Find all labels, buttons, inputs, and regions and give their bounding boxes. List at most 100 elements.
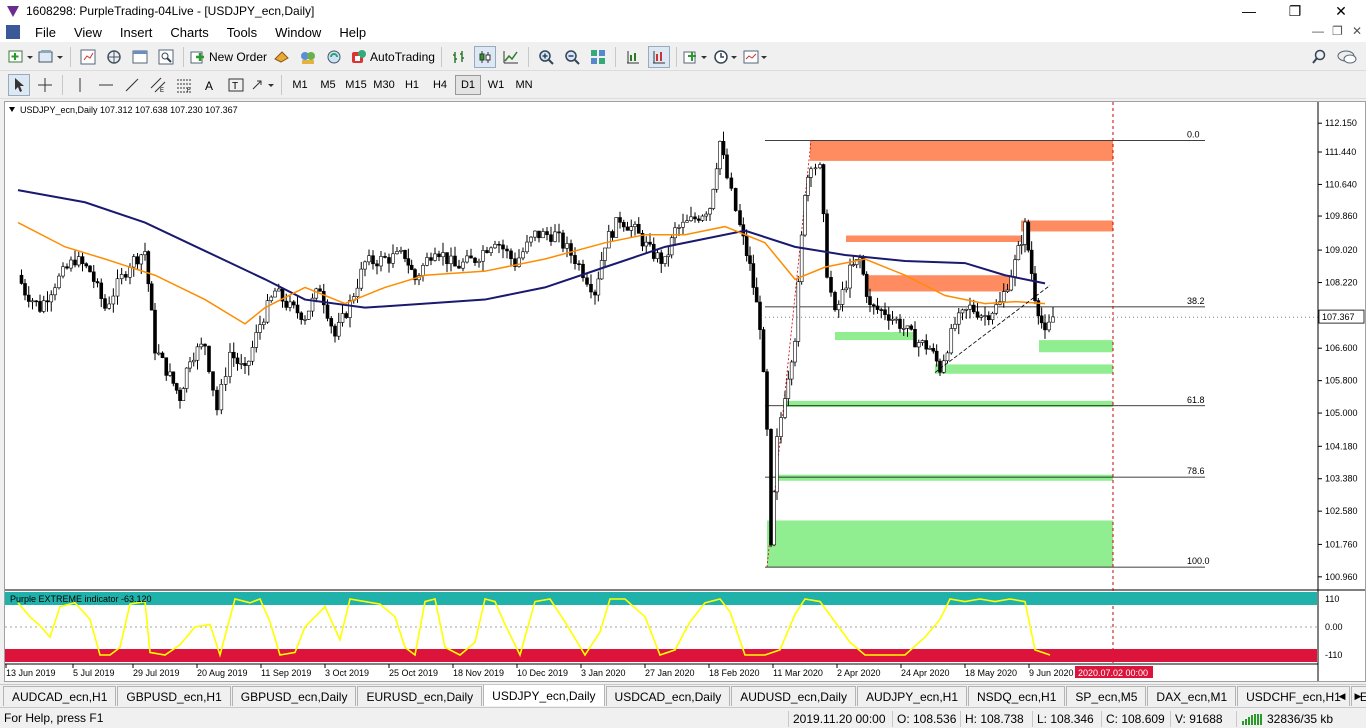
candle-body	[69, 259, 73, 269]
maximize-button[interactable]: ❐	[1272, 0, 1318, 22]
candle-body	[246, 360, 251, 366]
chart-tab[interactable]: AUDJPY_ecn,H1	[856, 686, 967, 706]
candle-body	[796, 281, 801, 342]
strategy-tester-button[interactable]	[155, 46, 177, 68]
chart-tab[interactable]: USDCAD_ecn,Daily	[605, 686, 731, 706]
status-traffic: 32836/35 kb	[1267, 712, 1334, 726]
chart-tab[interactable]: EURUSD_ecn,Daily	[357, 686, 483, 706]
chart-tab[interactable]: NSDQ_ecn,H1	[968, 686, 1066, 706]
candle-body	[761, 329, 766, 373]
timeframe-h1[interactable]: H1	[399, 75, 425, 95]
chart-tab[interactable]: SP_ecn,M5	[1066, 686, 1147, 706]
menu-insert[interactable]: Insert	[111, 25, 162, 40]
fibonacci-tool[interactable]: F	[173, 74, 195, 96]
timeframe-m15[interactable]: M15	[343, 75, 369, 95]
tabs-scroll-right-icon[interactable]: ▶	[1350, 687, 1366, 705]
price-tick-label: 108.220	[1325, 278, 1358, 288]
new-order-button[interactable]: New Order	[190, 46, 267, 68]
menu-view[interactable]: View	[65, 25, 111, 40]
menu-tools[interactable]: Tools	[218, 25, 266, 40]
candle-body	[890, 318, 895, 321]
terminal-button[interactable]	[129, 46, 151, 68]
signals-button[interactable]	[297, 46, 319, 68]
candle-body	[913, 329, 917, 348]
menu-help[interactable]: Help	[330, 25, 375, 40]
line-chart-button[interactable]	[500, 46, 522, 68]
community-button[interactable]	[323, 46, 345, 68]
profiles-button[interactable]	[38, 46, 64, 68]
zoom-in-button[interactable]	[535, 46, 557, 68]
autoscroll-button[interactable]	[622, 46, 644, 68]
candle-body	[219, 384, 224, 411]
search-button[interactable]	[1308, 46, 1330, 68]
candle-body	[529, 236, 533, 243]
doc-minimize-button[interactable]: —	[1312, 24, 1324, 38]
candle-body	[395, 251, 399, 255]
menu-window[interactable]: Window	[266, 25, 330, 40]
chart-shift-button[interactable]	[647, 45, 670, 68]
templates-button[interactable]	[743, 46, 769, 68]
timeframe-h4[interactable]: H4	[427, 75, 453, 95]
chart-tab[interactable]: GBPUSD_ecn,Daily	[231, 686, 357, 706]
candle-body	[521, 251, 525, 259]
timeframe-d1[interactable]: D1	[455, 74, 481, 95]
chart-tab[interactable]: USDCHF_ecn,H1	[1237, 686, 1350, 706]
tabs-scroll-left-icon[interactable]: ◀	[1334, 687, 1350, 705]
navigator-button[interactable]	[103, 46, 125, 68]
minimize-button[interactable]: —	[1226, 0, 1272, 22]
chart-tab[interactable]: AUDUSD_ecn,Daily	[731, 686, 856, 706]
chart-tab[interactable]: DAX_ecn,M1	[1147, 686, 1237, 706]
candle-body	[149, 283, 154, 311]
trendline-tool[interactable]	[121, 74, 143, 96]
chart-tab[interactable]: GBPUSD_ecn,H1	[117, 686, 231, 706]
market-watch-button[interactable]	[77, 46, 99, 68]
price-chart[interactable]: 0.0 38.2 61.8 78.6 100.0 112.150 111.440 110.64…	[5, 102, 1365, 681]
candle-body	[748, 255, 752, 264]
candle-body	[625, 226, 630, 231]
candle-body	[164, 357, 169, 376]
bar-chart-button[interactable]	[448, 46, 470, 68]
doc-restore-button[interactable]: ❐	[1332, 24, 1343, 38]
new-order-icon	[190, 51, 204, 63]
candle-body	[606, 231, 611, 249]
text-tool[interactable]: A	[199, 74, 221, 96]
chart-tab[interactable]: USDJPY_ecn,Daily	[483, 685, 605, 706]
candle-body	[916, 342, 921, 348]
periods-button[interactable]	[713, 46, 739, 68]
timeframe-mn[interactable]: MN	[511, 75, 537, 95]
document-icon[interactable]	[6, 25, 20, 39]
candle-body	[928, 348, 932, 350]
timeframe-m30[interactable]: M30	[371, 75, 397, 95]
timeframe-m5[interactable]: M5	[315, 75, 341, 95]
crosshair-tool[interactable]	[34, 74, 56, 96]
zoom-out-button[interactable]	[561, 46, 583, 68]
cursor-tool[interactable]	[8, 73, 30, 96]
chart-window[interactable]: 0.0 38.2 61.8 78.6 100.0 112.150 111.440 110.64…	[4, 101, 1366, 682]
text-label-tool[interactable]: T	[225, 74, 247, 96]
tile-windows-button[interactable]	[587, 46, 609, 68]
vertical-line-tool[interactable]	[69, 74, 91, 96]
close-window-button[interactable]: ✕	[1318, 0, 1364, 22]
timeframe-w1[interactable]: W1	[483, 75, 509, 95]
chat-button[interactable]	[1336, 46, 1358, 68]
horizontal-line-tool[interactable]	[95, 74, 117, 96]
candlestick-button[interactable]	[473, 45, 496, 68]
candle-body	[848, 264, 852, 289]
candle-body	[115, 278, 120, 297]
date-tick-label: 18 May 2020	[965, 668, 1017, 678]
candle-body	[367, 255, 371, 263]
metaeditor-button[interactable]	[271, 46, 293, 68]
menu-file[interactable]: File	[26, 25, 65, 40]
menu-charts[interactable]: Charts	[161, 25, 217, 40]
doc-close-button[interactable]: ✕	[1352, 24, 1362, 38]
candle-body	[95, 281, 100, 284]
candle-body	[751, 263, 756, 288]
new-chart-button[interactable]	[8, 46, 34, 68]
autotrading-button[interactable]: AutoTrading	[349, 46, 435, 68]
chart-tab[interactable]: AUDCAD_ecn,H1	[3, 686, 117, 706]
arrows-tool[interactable]	[251, 74, 275, 96]
candle-body	[184, 367, 189, 389]
indicators-button[interactable]	[683, 46, 709, 68]
equidistant-channel-tool[interactable]: E	[147, 74, 169, 96]
timeframe-m1[interactable]: M1	[287, 75, 313, 95]
